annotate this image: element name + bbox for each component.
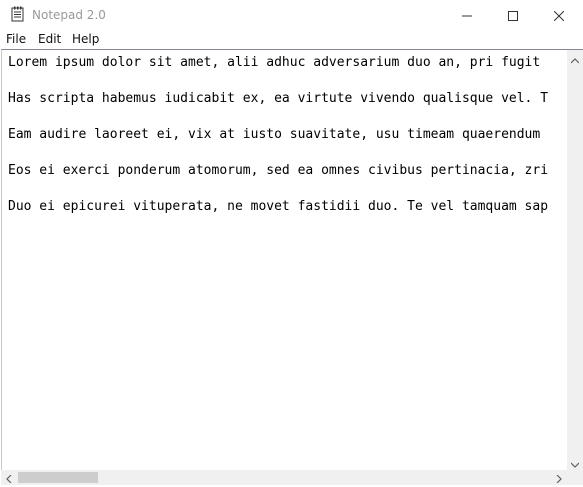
scroll-right-button[interactable] xyxy=(551,470,567,485)
horizontal-scrollbar[interactable] xyxy=(1,470,567,485)
text-line: Has scripta habemus iudicabit ex, ea vir… xyxy=(8,91,549,106)
maximize-button[interactable] xyxy=(490,0,536,30)
scroll-down-button[interactable] xyxy=(567,454,583,470)
chevron-up-icon xyxy=(570,49,580,68)
scroll-left-button[interactable] xyxy=(1,470,17,485)
menu-file[interactable]: File xyxy=(6,32,26,46)
chevron-right-icon xyxy=(556,468,562,487)
notepad-window: Notepad 2.0 File Edit Help Lorem ipsum d… xyxy=(0,0,583,485)
close-button[interactable] xyxy=(536,0,582,30)
vertical-scrollbar[interactable] xyxy=(567,49,583,470)
text-line: Duo ei epicurei vituperata, ne movet fas… xyxy=(8,199,549,214)
maximize-icon xyxy=(508,6,518,25)
menu-help[interactable]: Help xyxy=(72,32,99,46)
text-line: Eos ei exerci ponderum atomorum, sed ea … xyxy=(8,163,549,178)
window-title: Notepad 2.0 xyxy=(32,8,106,22)
text-line: Lorem ipsum dolor sit amet, alii adhuc a… xyxy=(8,55,541,70)
notepad-icon xyxy=(10,6,26,22)
scroll-up-button[interactable] xyxy=(567,50,583,66)
minimize-icon xyxy=(462,6,472,25)
horizontal-scroll-thumb[interactable] xyxy=(18,472,98,483)
text-line: Eam audire laoreet ei, vix at iusto suav… xyxy=(8,127,541,142)
chevron-down-icon xyxy=(570,453,580,472)
menu-edit[interactable]: Edit xyxy=(38,32,61,46)
title-bar[interactable]: Notepad 2.0 xyxy=(0,0,583,30)
size-grip[interactable] xyxy=(567,470,583,485)
chevron-left-icon xyxy=(6,468,12,487)
close-icon xyxy=(553,6,565,25)
minimize-button[interactable] xyxy=(444,0,490,30)
menu-bar: File Edit Help xyxy=(0,30,583,49)
text-editor[interactable]: Lorem ipsum dolor sit amet, alii adhuc a… xyxy=(1,49,567,470)
